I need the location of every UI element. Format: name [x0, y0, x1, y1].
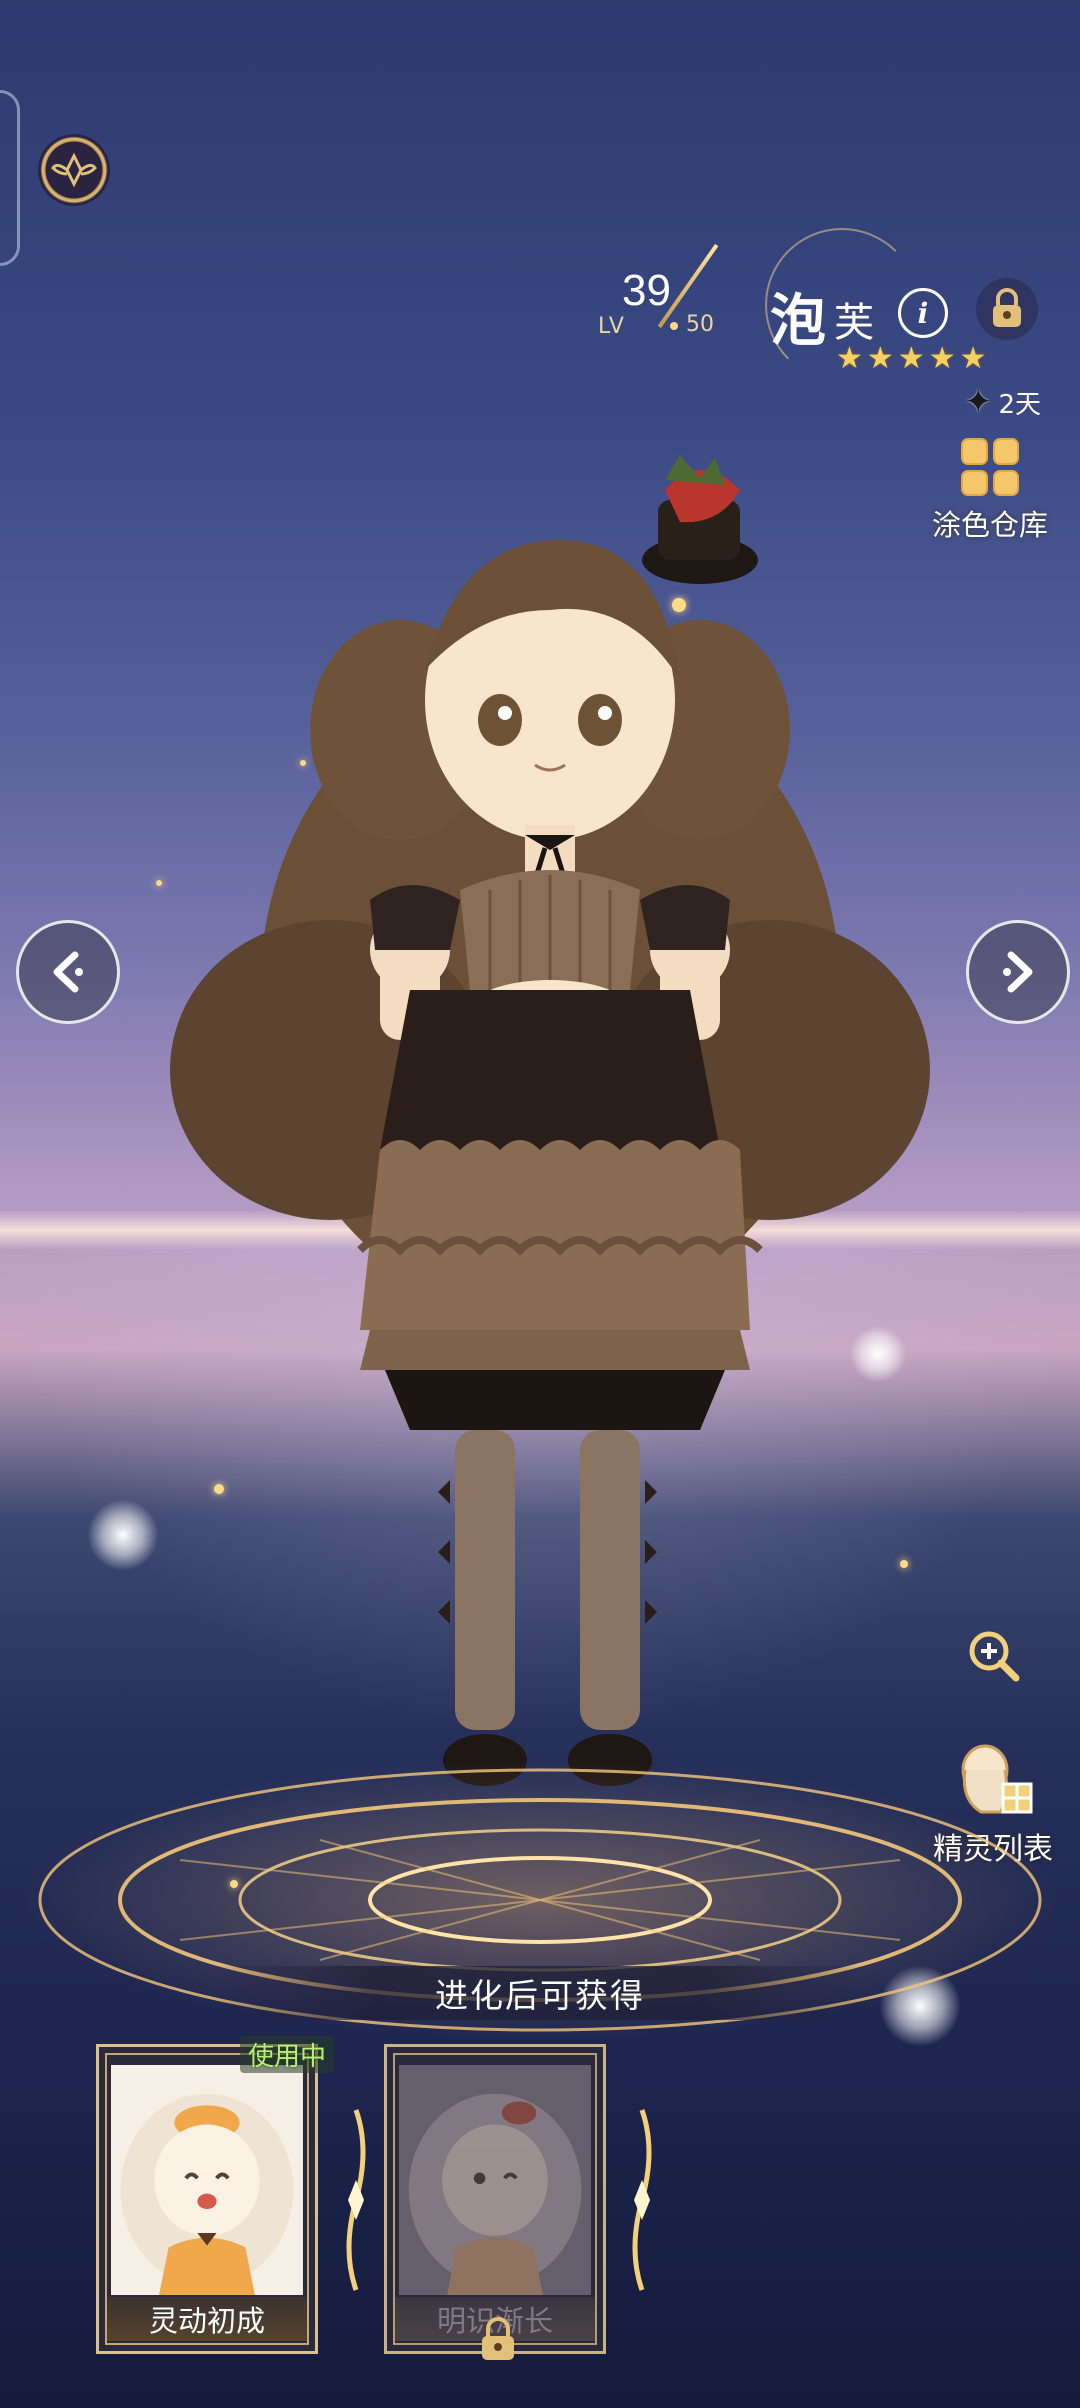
zoom-in-icon[interactable] [964, 1626, 1024, 1686]
star-icon: ★ [897, 341, 925, 376]
lock-icon[interactable] [976, 278, 1038, 340]
paint-storage-button[interactable]: 涂色仓库 [920, 438, 1060, 544]
star-icon: ★ [836, 341, 863, 376]
card-separator-ornament [346, 2109, 366, 2291]
in-use-badge: 使用中 [240, 2036, 335, 2073]
form-portrait [111, 2065, 303, 2296]
sparkle-icon: ✦ [964, 382, 993, 422]
star-icon: ★ [959, 341, 987, 376]
card-separator-ornament [632, 2109, 652, 2291]
light-orb [88, 1500, 158, 1570]
chevron-right-icon[interactable] [966, 920, 1070, 1024]
form-card-current[interactable]: 灵动初成 [96, 2044, 318, 2354]
character-name-main: 泡 [770, 288, 826, 354]
evolve-hint: 进化后可获得 [210, 1966, 870, 2020]
days-text: 2天 [998, 389, 1042, 420]
chevron-left-icon[interactable] [16, 920, 120, 1024]
lock-icon [482, 2317, 514, 2360]
form-label: 灵动初成 [107, 2297, 307, 2341]
paint-storage-label: 涂色仓库 [931, 508, 1048, 542]
level-dot [670, 322, 678, 330]
star-rating: ★ ★ ★ ★ ★ [836, 344, 987, 374]
character-name-sub: 芙 [834, 300, 874, 346]
character-model [170, 455, 930, 1786]
days-remaining: ✦ 2天 [964, 382, 1041, 422]
palette-icon [961, 438, 1019, 496]
side-panel-handle[interactable] [0, 90, 20, 266]
level-prefix: LV [598, 314, 625, 339]
level-value: 39 [622, 266, 671, 315]
star-icon: ★ [866, 341, 894, 376]
star-icon: ★ [928, 341, 956, 376]
level-max: 50 [686, 312, 714, 337]
winged-emblem-icon[interactable] [38, 134, 110, 206]
form-portrait [399, 2065, 591, 2296]
form-card-locked[interactable]: 明识渐长 [384, 2044, 606, 2354]
info-icon[interactable]: i [898, 288, 948, 338]
